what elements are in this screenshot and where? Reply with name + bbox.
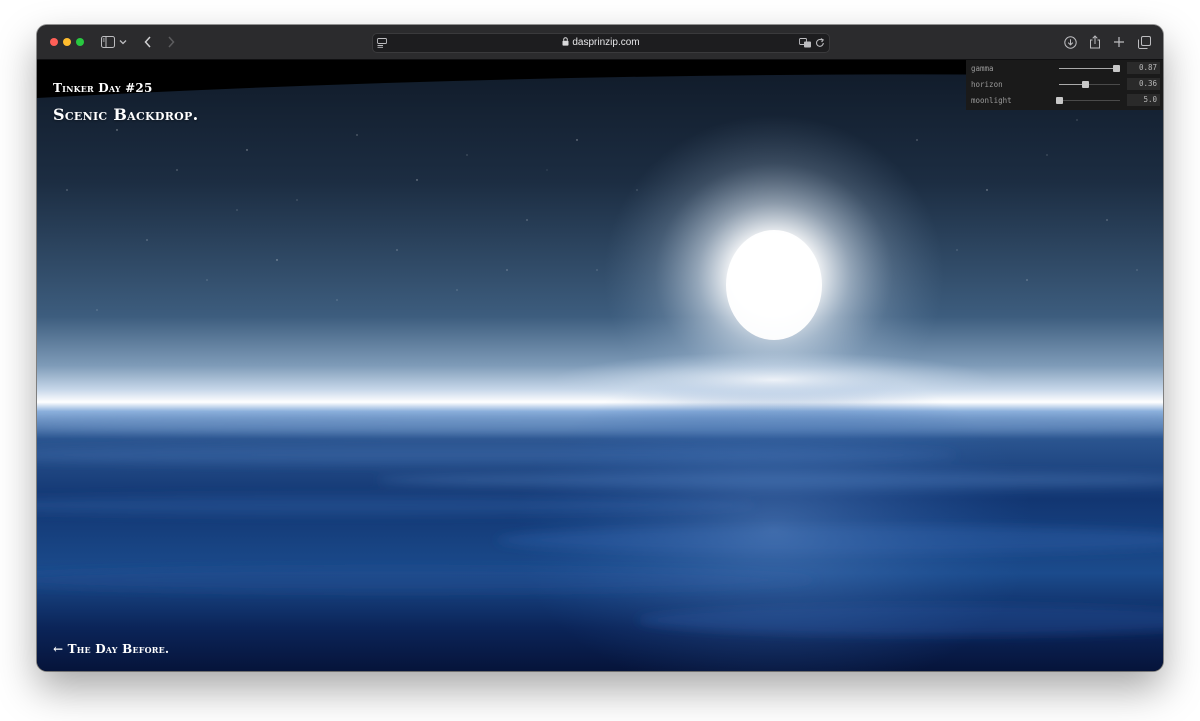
horizon-value-input[interactable]: 0.36 bbox=[1127, 78, 1160, 90]
control-label: horizon bbox=[971, 80, 1003, 89]
page-subtitle: Tinker Day #25 bbox=[53, 81, 153, 95]
reload-icon[interactable] bbox=[813, 34, 827, 52]
sidebar-toggle-icon[interactable] bbox=[99, 33, 117, 51]
slider-thumb[interactable] bbox=[1056, 97, 1063, 104]
ocean-moon-scene[interactable] bbox=[37, 60, 1163, 671]
chevron-down-icon[interactable] bbox=[117, 33, 129, 51]
control-label: moonlight bbox=[971, 96, 1012, 105]
browser-toolbar: dasprinzip.com bbox=[37, 25, 1163, 60]
page-title: Scenic Backdrop. bbox=[53, 105, 199, 124]
control-gamma: gamma 0.87 bbox=[966, 60, 1163, 76]
moon bbox=[726, 230, 822, 340]
moonlight-value-input[interactable]: 5.0 bbox=[1127, 94, 1160, 106]
moonlight-slider[interactable] bbox=[1056, 97, 1120, 104]
url-text: dasprinzip.com bbox=[572, 37, 640, 48]
control-label: gamma bbox=[971, 64, 994, 73]
close-window-button[interactable] bbox=[50, 38, 58, 46]
controls-panel: gamma 0.87 horizon 0.36 moonlight 5.0 bbox=[966, 60, 1163, 110]
gamma-value-input[interactable]: 0.87 bbox=[1127, 62, 1160, 74]
download-icon[interactable] bbox=[1061, 33, 1079, 51]
translate-icon[interactable] bbox=[798, 34, 812, 52]
control-horizon: horizon 0.36 bbox=[966, 76, 1163, 92]
control-moonlight: moonlight 5.0 bbox=[966, 92, 1163, 108]
slider-thumb[interactable] bbox=[1112, 65, 1120, 72]
slider-thumb[interactable] bbox=[1082, 81, 1090, 88]
share-icon[interactable] bbox=[1086, 33, 1104, 51]
horizon-slider[interactable] bbox=[1059, 81, 1120, 88]
page-content: Tinker Day #25 Scenic Backdrop. ← The Da… bbox=[37, 60, 1163, 671]
minimize-window-button[interactable] bbox=[63, 38, 71, 46]
gamma-slider[interactable] bbox=[1059, 65, 1120, 72]
tab-overview-icon[interactable] bbox=[1135, 33, 1153, 51]
back-icon[interactable] bbox=[139, 33, 157, 51]
url-text-wrap: dasprinzip.com bbox=[373, 34, 829, 52]
browser-window: dasprinzip.com Tinker Day #25 Scenic Bac… bbox=[37, 25, 1163, 671]
address-bar[interactable]: dasprinzip.com bbox=[372, 33, 830, 53]
new-tab-icon[interactable] bbox=[1110, 33, 1128, 51]
previous-day-link[interactable]: ← The Day Before. bbox=[53, 642, 169, 656]
zoom-window-button[interactable] bbox=[76, 38, 84, 46]
forward-icon[interactable] bbox=[162, 33, 180, 51]
lock-icon bbox=[562, 35, 569, 53]
